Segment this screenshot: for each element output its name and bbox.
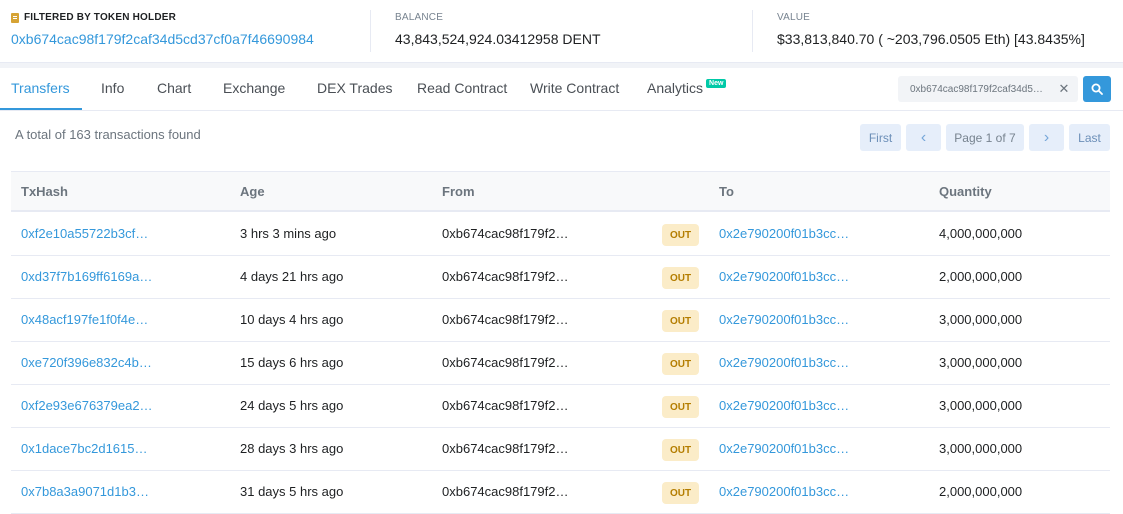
table-row: 0xe720f396e832c4b… 15 days 6 hrs ago 0xb67…	[11, 342, 1110, 385]
col-txhash: TxHash	[21, 184, 68, 199]
from-address: 0xb674cac98f179f2…	[442, 226, 569, 241]
last-page-button[interactable]: Last	[1069, 124, 1110, 151]
value-value: $33,813,840.70 ( ~203,796.0505 Eth) [43.…	[777, 31, 1085, 47]
prev-page-button[interactable]: ‹	[906, 124, 941, 151]
table-row: 0xd37f7b169ff6169a… 4 days 21 hrs ago 0xb6…	[11, 256, 1110, 299]
age-text: 28 days 3 hrs ago	[240, 441, 344, 456]
tab-analytics[interactable]: Analytics New	[647, 79, 727, 96]
tab-chart[interactable]: Chart	[157, 80, 191, 96]
age-text: 31 days 5 hrs ago	[240, 484, 344, 499]
new-badge: New	[706, 79, 727, 88]
to-address-link[interactable]: 0x2e790200f01b3cc…	[719, 484, 849, 499]
to-address-link[interactable]: 0x2e790200f01b3cc…	[719, 355, 849, 370]
from-address: 0xb674cac98f179f2…	[442, 484, 569, 499]
txhash-link[interactable]: 0xf2e93e676379ea2…	[21, 398, 153, 413]
from-address: 0xb674cac98f179f2…	[442, 355, 569, 370]
value-label: VALUE	[777, 12, 811, 23]
col-from: From	[442, 184, 475, 199]
to-address-link[interactable]: 0x2e790200f01b3cc…	[719, 398, 849, 413]
search-field: ✕	[898, 76, 1078, 102]
col-quantity: Quantity	[939, 184, 992, 199]
active-tab-indicator	[0, 108, 82, 110]
balance-cell: BALANCE 43,843,524,924.03412958 DENT	[370, 10, 752, 52]
txhash-link[interactable]: 0xd37f7b169ff6169a…	[21, 269, 152, 284]
balance-value: 43,843,524,924.03412958 DENT	[395, 31, 601, 47]
next-page-button[interactable]: ›	[1029, 124, 1064, 151]
tab-write-contract[interactable]: Write Contract	[530, 80, 619, 96]
search-button[interactable]	[1083, 76, 1111, 102]
filter-holder-icon	[11, 12, 19, 23]
to-address-link[interactable]: 0x2e790200f01b3cc…	[719, 441, 849, 456]
table-row: 0x7b8a3a9071d1b3… 31 days 5 hrs ago 0xb674…	[11, 471, 1110, 514]
token-holder-summary: FILTERED BY TOKEN HOLDER 0xb674cac98f179…	[0, 0, 1123, 62]
filter-label: FILTERED BY TOKEN HOLDER	[24, 12, 177, 23]
tab-dex-trades[interactable]: DEX Trades	[317, 80, 392, 96]
clear-filter-button[interactable]: ✕	[1050, 76, 1078, 102]
direction-badge: OUT	[662, 396, 699, 418]
tab-exchange[interactable]: Exchange	[223, 80, 285, 96]
from-address: 0xb674cac98f179f2…	[442, 312, 569, 327]
txhash-link[interactable]: 0xf2e10a55722b3cf…	[21, 226, 148, 241]
age-text: 15 days 6 hrs ago	[240, 355, 344, 370]
balance-label: BALANCE	[395, 12, 444, 23]
tab-transfers[interactable]: Transfers	[11, 80, 70, 96]
age-text: 10 days 4 hrs ago	[240, 312, 344, 327]
age-text: 24 days 5 hrs ago	[240, 398, 344, 413]
age-text: 3 hrs 3 mins ago	[240, 226, 337, 241]
from-address: 0xb674cac98f179f2…	[442, 441, 569, 456]
age-text: 4 days 21 hrs ago	[240, 269, 344, 284]
txhash-link[interactable]: 0x7b8a3a9071d1b3…	[21, 484, 149, 499]
txhash-link[interactable]: 0xe720f396e832c4b…	[21, 355, 152, 370]
table-row: 0x48acf197fe1f0f4e… 10 days 4 hrs ago 0xb6…	[11, 299, 1110, 342]
from-address: 0xb674cac98f179f2…	[442, 398, 569, 413]
first-page-button[interactable]: First	[860, 124, 901, 151]
page-indicator: Page 1 of 7	[946, 124, 1024, 151]
quantity-value: 3,000,000,000	[939, 355, 1023, 370]
quantity-value: 3,000,000,000	[939, 312, 1023, 327]
direction-badge: OUT	[662, 439, 699, 461]
txhash-link[interactable]: 0x48acf197fe1f0f4e…	[21, 312, 148, 327]
transfers-table-header: TxHash Age From To Quantity	[11, 171, 1110, 212]
quantity-value: 2,000,000,000	[939, 269, 1023, 284]
to-address-link[interactable]: 0x2e790200f01b3cc…	[719, 312, 849, 327]
txhash-link[interactable]: 0x1dace7bc2d1615…	[21, 441, 148, 456]
tab-read-contract[interactable]: Read Contract	[417, 80, 507, 96]
col-age[interactable]: Age	[240, 184, 265, 199]
tab-info[interactable]: Info	[101, 80, 124, 96]
table-row: 0x1dace7bc2d1615… 28 days 3 hrs ago 0xb674…	[11, 428, 1110, 471]
direction-badge: OUT	[662, 267, 699, 289]
quantity-value: 2,000,000,000	[939, 484, 1023, 499]
total-transactions-text: A total of 163 transactions found	[15, 127, 201, 142]
search-icon	[1091, 83, 1103, 95]
col-to: To	[719, 184, 734, 199]
filter-address-link[interactable]: 0xb674cac98f179f2caf34d5cd37cf0a7f466909…	[11, 31, 370, 47]
table-row: 0xf2e10a55722b3cf… 3 hrs 3 mins ago 0xb674…	[11, 213, 1110, 256]
direction-badge: OUT	[662, 224, 699, 246]
filter-cell: FILTERED BY TOKEN HOLDER 0xb674cac98f179…	[0, 0, 370, 62]
table-row: 0xf2e93e676379ea2… 24 days 5 hrs ago 0xb67…	[11, 385, 1110, 428]
from-address: 0xb674cac98f179f2…	[442, 269, 569, 284]
to-address-link[interactable]: 0x2e790200f01b3cc…	[719, 269, 849, 284]
direction-badge: OUT	[662, 482, 699, 504]
quantity-value: 3,000,000,000	[939, 398, 1023, 413]
direction-badge: OUT	[662, 353, 699, 375]
direction-badge: OUT	[662, 310, 699, 332]
quantity-value: 3,000,000,000	[939, 441, 1023, 456]
address-filter-input[interactable]	[898, 76, 1046, 102]
close-icon: ✕	[1058, 81, 1070, 96]
quantity-value: 4,000,000,000	[939, 226, 1023, 241]
value-cell: VALUE $33,813,840.70 ( ~203,796.0505 Eth…	[752, 10, 1123, 52]
tab-analytics-label: Analytics	[647, 80, 704, 96]
to-address-link[interactable]: 0x2e790200f01b3cc…	[719, 226, 849, 241]
